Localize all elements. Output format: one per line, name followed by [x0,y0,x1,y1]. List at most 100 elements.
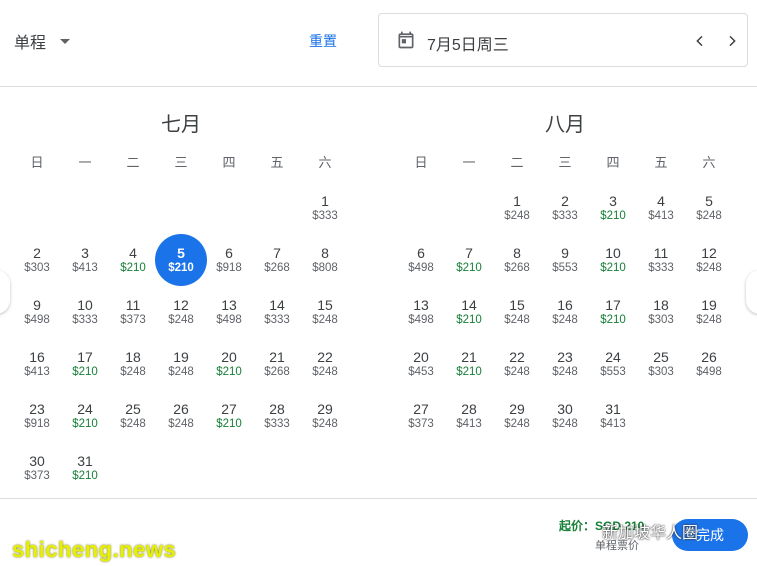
calendar-day[interactable]: 30 $373 [13,446,61,494]
day-price: $498 [408,262,434,274]
calendar-day[interactable]: 28 $413 [445,394,493,442]
calendar-day[interactable]: 18 $303 [637,290,685,338]
calendar-day[interactable]: 20 $453 [397,342,445,390]
calendar-day[interactable]: 14 $333 [253,290,301,338]
calendar-day[interactable]: 23 $248 [541,342,589,390]
day-price: $248 [312,366,338,378]
weekday-header: 五 [654,155,668,170]
calendar-day[interactable]: 4 $413 [637,186,685,234]
weekday-header: 日 [30,155,44,170]
calendar-day[interactable]: 2 $333 [541,186,589,234]
day-number: 2 [561,193,569,209]
calendar-day[interactable]: 13 $498 [397,290,445,338]
day-price: $268 [264,366,290,378]
chevron-down-icon [60,38,71,44]
site-watermark: shicheng.news [12,537,177,562]
day-price: $248 [696,314,722,326]
calendar-day[interactable]: 9 $553 [541,238,589,286]
calendar-day[interactable]: 15 $248 [493,290,541,338]
month-title: 七月 [161,114,201,136]
calendar-day[interactable]: 22 $248 [301,342,349,390]
calendar-day[interactable]: 4 $210 [109,238,157,286]
calendar-day[interactable]: 12 $248 [157,290,205,338]
calendar-day[interactable]: 16 $248 [541,290,589,338]
calendar-day[interactable]: 14 $210 [445,290,493,338]
scroll-previous-months-button[interactable] [0,270,10,314]
calendar-day[interactable]: 11 $333 [637,238,685,286]
scroll-next-months-button[interactable] [746,270,757,314]
calendar-day[interactable]: 19 $248 [685,290,733,338]
calendar-day-selected[interactable]: 5 $210 [155,234,207,286]
day-price: $333 [552,210,578,222]
calendar-day[interactable]: 17 $210 [589,290,637,338]
calendar-day[interactable]: 22 $248 [493,342,541,390]
day-number: 28 [269,401,285,417]
calendar-day[interactable]: 6 $498 [397,238,445,286]
day-number: 26 [701,349,717,365]
day-price: $498 [216,314,242,326]
calendar-day[interactable]: 17 $210 [61,342,109,390]
calendar-day[interactable]: 19 $248 [157,342,205,390]
calendar-day[interactable]: 6 $918 [205,238,253,286]
calendar-day[interactable]: 26 $498 [685,342,733,390]
calendar-day[interactable]: 8 $808 [301,238,349,286]
calendar-day[interactable]: 5 $248 [685,186,733,234]
reset-button[interactable]: 重置 [309,31,337,51]
day-price: $210 [168,262,194,274]
weekday-header: 二 [126,155,140,170]
day-number: 30 [557,401,573,417]
calendar-day[interactable]: 31 $210 [61,446,109,494]
calendar-day[interactable]: 24 $210 [61,394,109,442]
day-price: $248 [552,314,578,326]
trip-type-select[interactable]: 单程 [14,30,71,52]
day-price: $268 [264,262,290,274]
calendar-day[interactable]: 7 $268 [253,238,301,286]
day-number: 4 [129,245,137,261]
calendar-day[interactable]: 30 $248 [541,394,589,442]
calendar-day[interactable]: 3 $413 [61,238,109,286]
calendar-day[interactable]: 28 $333 [253,394,301,442]
departure-date-field[interactable]: 7月5日周三 [378,13,748,67]
day-number: 10 [605,245,621,261]
calendar-day[interactable]: 20 $210 [205,342,253,390]
calendar-day[interactable]: 7 $210 [445,238,493,286]
calendar-day[interactable]: 24 $553 [589,342,637,390]
day-number: 1 [513,193,521,209]
calendar-day[interactable]: 21 $210 [445,342,493,390]
calendar-day[interactable]: 31 $413 [589,394,637,442]
calendar-day[interactable]: 8 $268 [493,238,541,286]
calendar-day[interactable]: 3 $210 [589,186,637,234]
calendar-day[interactable]: 2 $303 [13,238,61,286]
calendar-day[interactable]: 1 $248 [493,186,541,234]
day-price: $333 [312,210,338,222]
calendar-day[interactable]: 27 $210 [205,394,253,442]
calendar-day[interactable]: 9 $498 [13,290,61,338]
day-price: $210 [72,470,98,482]
calendar-day[interactable]: 16 $413 [13,342,61,390]
day-number: 29 [317,401,333,417]
previous-date-button[interactable] [685,26,715,56]
day-price: $248 [168,314,194,326]
calendar-day[interactable]: 18 $248 [109,342,157,390]
calendar-day[interactable]: 13 $498 [205,290,253,338]
calendar-day[interactable]: 29 $248 [301,394,349,442]
calendar-day[interactable]: 26 $248 [157,394,205,442]
calendar-day[interactable]: 25 $248 [109,394,157,442]
day-number: 11 [125,297,141,313]
calendar-day[interactable]: 25 $303 [637,342,685,390]
day-price: $248 [312,418,338,430]
calendar-day[interactable]: 21 $268 [253,342,301,390]
calendar-day[interactable]: 29 $248 [493,394,541,442]
calendar-day[interactable]: 10 $210 [589,238,637,286]
calendar-day[interactable]: 23 $918 [13,394,61,442]
calendar-day[interactable]: 15 $248 [301,290,349,338]
calendar-day[interactable]: 10 $333 [61,290,109,338]
calendar-day[interactable]: 1 $333 [301,186,349,234]
calendar-day[interactable]: 12 $248 [685,238,733,286]
calendar-day[interactable]: 27 $373 [397,394,445,442]
next-date-button[interactable] [717,26,747,56]
calendar-day[interactable]: 11 $373 [109,290,157,338]
day-number: 23 [557,349,573,365]
day-number: 9 [561,245,569,261]
day-price: $248 [168,418,194,430]
